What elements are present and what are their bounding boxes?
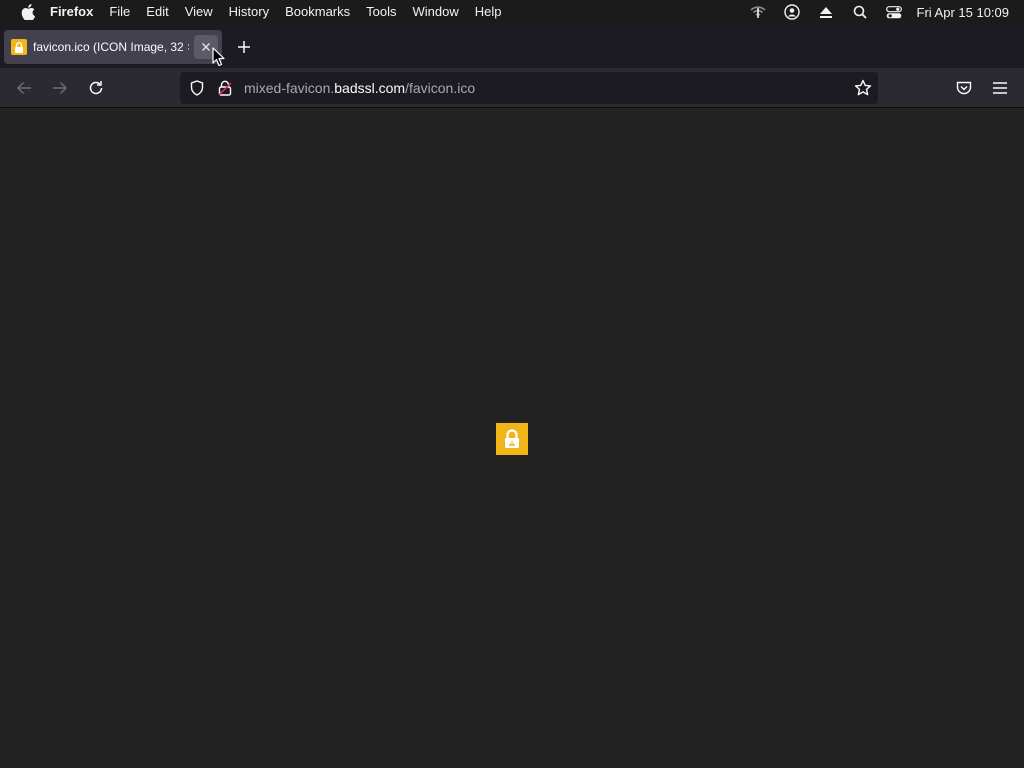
lock-favicon-icon (505, 429, 519, 448)
tracking-protection-shield-icon[interactable] (186, 77, 208, 99)
menu-help[interactable]: Help (467, 0, 510, 24)
favicon-image[interactable] (496, 423, 528, 455)
apple-menu-icon[interactable] (18, 0, 38, 24)
insecure-lock-icon[interactable] (214, 77, 236, 99)
wifi-icon[interactable] (741, 0, 775, 24)
forward-button[interactable] (46, 74, 74, 102)
macos-menu-bar: Firefox File Edit View History Bookmarks… (0, 0, 1024, 24)
navigation-toolbar: mixed-favicon.badssl.com/favicon.ico (0, 68, 1024, 108)
url-bar[interactable]: mixed-favicon.badssl.com/favicon.ico (180, 72, 878, 104)
user-icon[interactable] (775, 0, 809, 24)
pocket-button[interactable] (950, 74, 978, 102)
app-menu-firefox[interactable]: Firefox (42, 0, 101, 24)
tab-strip: favicon.ico (ICON Image, 32 × (0, 24, 1024, 68)
lock-favicon-icon (11, 39, 27, 55)
back-button[interactable] (10, 74, 38, 102)
close-icon (202, 43, 210, 51)
menu-history[interactable]: History (221, 0, 277, 24)
page-content (0, 109, 1024, 768)
url-prefix: mixed-favicon. (244, 80, 335, 96)
control-center-icon[interactable] (877, 0, 911, 24)
menu-window[interactable]: Window (405, 0, 467, 24)
back-arrow-icon (16, 81, 31, 95)
mouse-cursor-icon (212, 47, 226, 67)
menu-view[interactable]: View (177, 0, 221, 24)
pocket-icon (956, 81, 972, 94)
url-text[interactable]: mixed-favicon.badssl.com/favicon.ico (244, 80, 475, 96)
menu-file[interactable]: File (101, 0, 138, 24)
menu-edit[interactable]: Edit (138, 0, 176, 24)
menu-tools[interactable]: Tools (358, 0, 404, 24)
app-menu-button[interactable] (986, 74, 1014, 102)
url-path: /favicon.ico (405, 80, 476, 96)
tab-favicon-ico[interactable]: favicon.ico (ICON Image, 32 × (4, 30, 222, 64)
menu-bookmarks[interactable]: Bookmarks (277, 0, 358, 24)
new-tab-button[interactable] (232, 35, 256, 59)
plus-icon (238, 41, 250, 53)
bookmark-star-button[interactable] (852, 77, 874, 99)
reload-button[interactable] (82, 74, 110, 102)
hamburger-menu-icon (993, 82, 1007, 94)
spotlight-search-icon[interactable] (843, 0, 877, 24)
eject-icon[interactable] (809, 0, 843, 24)
star-icon (854, 79, 872, 96)
url-host: badssl.com (334, 80, 406, 96)
menubar-clock[interactable]: Fri Apr 15 10:09 (911, 5, 1024, 20)
forward-arrow-icon (53, 81, 68, 95)
reload-icon (89, 81, 103, 95)
tab-title: favicon.ico (ICON Image, 32 × (33, 40, 189, 54)
